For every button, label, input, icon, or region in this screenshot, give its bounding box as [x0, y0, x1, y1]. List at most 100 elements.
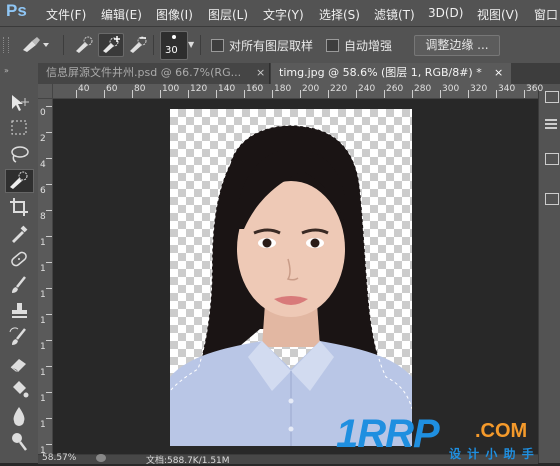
add-to-selection-icon[interactable] [98, 33, 124, 57]
grip-handle[interactable] [3, 37, 9, 53]
ruler-tick [132, 90, 133, 98]
ruler-label: 1 [40, 342, 46, 352]
ruler-tick [244, 90, 245, 98]
tab-document-psd[interactable]: 信息屏源文件井州.psd @ 66.7%(RG... × [38, 63, 270, 84]
ruler-label: 320 [470, 84, 488, 94]
ruler-tick [46, 366, 52, 367]
crop-icon[interactable] [7, 196, 31, 218]
properties-panel-icon[interactable] [545, 119, 557, 121]
ruler-origin[interactable] [38, 84, 53, 99]
menu-layer[interactable]: 图层(L) [208, 6, 248, 23]
menu-file[interactable]: 文件(F) [46, 6, 86, 23]
menu-window[interactable]: 窗口 [534, 6, 558, 23]
lasso-icon[interactable] [7, 143, 31, 165]
ruler-tick [524, 90, 525, 98]
ruler-label: 260 [386, 84, 404, 94]
ruler-tick [46, 184, 52, 185]
paint-bucket-icon[interactable] [7, 378, 31, 400]
layers-panel-icon[interactable] [545, 153, 559, 165]
sample-all-layers-label: 对所有图层取样 [229, 39, 314, 53]
ruler-tick [46, 158, 52, 159]
watermark-suffix: .COM [475, 420, 528, 442]
menu-filter[interactable]: 滤镜(T) [374, 6, 415, 23]
dodge-icon[interactable] [7, 430, 31, 452]
ruler-tick [272, 90, 273, 98]
clone-stamp-icon[interactable] [7, 300, 31, 322]
menu-view[interactable]: 视图(V) [477, 6, 519, 23]
history-brush-icon[interactable] [7, 326, 31, 348]
ruler-tick [46, 210, 52, 211]
healing-brush-icon[interactable] [7, 248, 31, 270]
ruler-label: 1 [40, 290, 46, 300]
new-selection-icon[interactable] [73, 35, 95, 59]
ruler-tick [188, 90, 189, 98]
ruler-tick [160, 90, 161, 98]
ruler-label: 300 [442, 84, 460, 94]
zoom-level[interactable]: 58.57% [42, 453, 76, 463]
ruler-label: 80 [134, 84, 146, 94]
selection-outline [170, 124, 412, 410]
tab-document-timg[interactable]: timg.jpg @ 58.6% (图层 1, RGB/8#) * × [271, 63, 511, 84]
close-tab-icon[interactable]: × [256, 63, 265, 83]
menu-3d[interactable]: 3D(D) [428, 6, 463, 20]
ruler-tick [328, 90, 329, 98]
blur-icon[interactable] [7, 404, 31, 426]
collapse-toolbox-icon[interactable]: » [4, 66, 9, 75]
ruler-tick [440, 90, 441, 98]
refine-edge-button[interactable]: 调整边缘 ... [414, 35, 500, 56]
document-canvas[interactable] [170, 109, 412, 446]
menu-image[interactable]: 图像(I) [156, 6, 193, 23]
subtract-from-selection-icon[interactable] [127, 35, 149, 59]
ruler-label: 120 [190, 84, 208, 94]
eraser-icon[interactable] [7, 352, 31, 374]
brush-size-dropdown-icon[interactable]: ▼ [188, 40, 194, 49]
ruler-tick [46, 236, 52, 237]
brush-size-picker[interactable]: 30 [160, 31, 188, 60]
brush-dot-icon [172, 35, 176, 39]
marquee-icon[interactable] [7, 117, 31, 139]
brush-icon[interactable] [7, 274, 31, 296]
tab-label: timg.jpg @ 58.6% (图层 1, RGB/8#) * [279, 66, 482, 79]
ruler-tick [216, 90, 217, 98]
move-icon[interactable] [7, 92, 31, 114]
watermark-brand: 1RRP [336, 412, 440, 456]
brush-size-value: 30 [165, 45, 178, 56]
quick-selection-icon[interactable] [5, 169, 34, 193]
auto-enhance-checkbox[interactable] [326, 39, 339, 52]
ruler-label: 340 [498, 84, 516, 94]
watermark-logo: 1RRP .COM 设 计 小 助 手 [336, 412, 534, 461]
menu-select[interactable]: 选择(S) [319, 6, 360, 23]
tool-preset-icon[interactable] [20, 35, 50, 59]
ruler-label: 0 [40, 108, 46, 118]
app-logo: Ps [6, 1, 27, 20]
ruler-label: 1 [40, 238, 46, 248]
ruler-label: 1 [40, 368, 46, 378]
history-panel-icon[interactable] [545, 91, 559, 103]
ruler-label: 4 [40, 160, 46, 170]
ruler-tick [300, 90, 301, 98]
ruler-label: 280 [414, 84, 432, 94]
ruler-tick [46, 288, 52, 289]
ruler-tick [46, 314, 52, 315]
toolbox: » [0, 63, 39, 463]
ruler-tick [46, 340, 52, 341]
ruler-tick [496, 90, 497, 98]
ruler-label: 40 [78, 84, 90, 94]
ruler-label: 160 [246, 84, 264, 94]
collapsed-panel-strip: « [538, 63, 560, 463]
close-tab-icon[interactable]: × [494, 63, 503, 83]
adjustments-panel-icon[interactable] [545, 193, 559, 205]
ruler-label: 1 [40, 316, 46, 326]
ruler-label: 2 [40, 134, 46, 144]
menu-type[interactable]: 文字(Y) [263, 6, 304, 23]
ruler-tick [46, 106, 52, 107]
ruler-label: 60 [106, 84, 118, 94]
menu-edit[interactable]: 编辑(E) [101, 6, 142, 23]
eyedropper-icon[interactable] [7, 222, 31, 244]
sample-all-layers-checkbox[interactable] [211, 39, 224, 52]
document-size: 文档:588.7K/1.51M [146, 456, 230, 466]
ruler-tick [412, 90, 413, 98]
ruler-tick [46, 132, 52, 133]
ruler-label: 180 [274, 84, 292, 94]
status-menu-icon[interactable] [96, 454, 106, 462]
